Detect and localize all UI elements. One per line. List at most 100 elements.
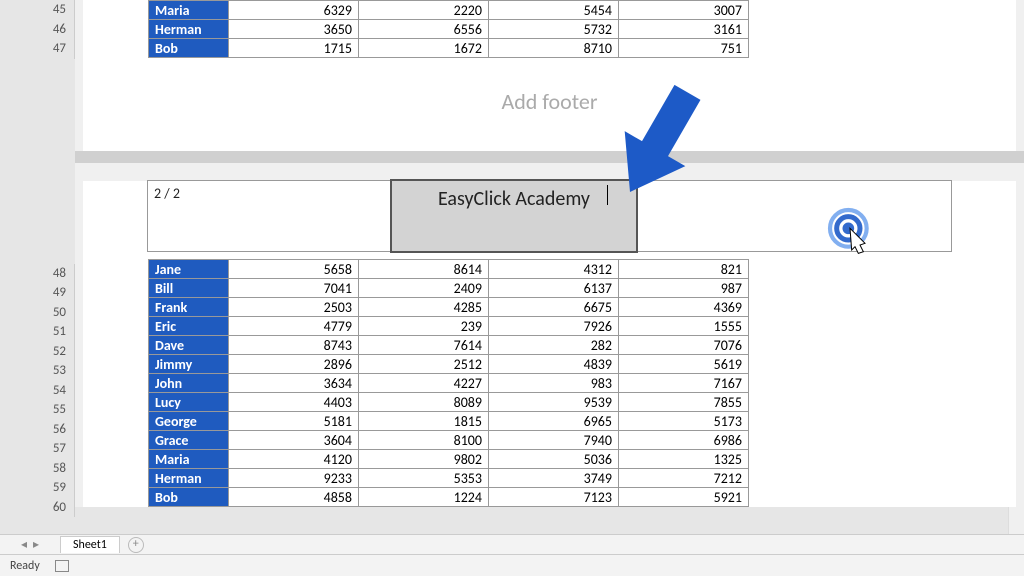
tab-nav-arrows[interactable]: ◂ ▸ (0, 537, 60, 552)
value-cell[interactable]: 983 (489, 374, 619, 393)
value-cell[interactable]: 1672 (359, 39, 489, 58)
row-header[interactable]: 57 (0, 439, 75, 459)
value-cell[interactable]: 3650 (229, 20, 359, 39)
value-cell[interactable]: 3749 (489, 469, 619, 488)
table-row[interactable]: Jimmy2896251248395619 (149, 355, 749, 374)
row-header[interactable]: 60 (0, 498, 75, 518)
value-cell[interactable]: 7123 (489, 488, 619, 507)
value-cell[interactable]: 5921 (619, 488, 749, 507)
value-cell[interactable]: 2220 (359, 1, 489, 20)
value-cell[interactable]: 7212 (619, 469, 749, 488)
value-cell[interactable]: 6329 (229, 1, 359, 20)
value-cell[interactable]: 4839 (489, 355, 619, 374)
row-header[interactable]: 59 (0, 478, 75, 498)
value-cell[interactable]: 239 (359, 317, 489, 336)
macro-record-icon[interactable] (55, 560, 69, 572)
value-cell[interactable]: 4120 (229, 450, 359, 469)
name-cell[interactable]: Herman (149, 469, 229, 488)
value-cell[interactable]: 1325 (619, 450, 749, 469)
table-row[interactable]: Bill704124096137987 (149, 279, 749, 298)
value-cell[interactable]: 2896 (229, 355, 359, 374)
row-header[interactable]: 51 (0, 322, 75, 342)
table-row[interactable]: Jane565886144312821 (149, 260, 749, 279)
name-cell[interactable]: Eric (149, 317, 229, 336)
row-header[interactable]: 56 (0, 420, 75, 440)
value-cell[interactable]: 8710 (489, 39, 619, 58)
tab-prev-icon[interactable]: ◂ (21, 537, 27, 552)
tab-next-icon[interactable]: ▸ (33, 537, 39, 552)
value-cell[interactable]: 8743 (229, 336, 359, 355)
value-cell[interactable]: 9539 (489, 393, 619, 412)
value-cell[interactable]: 5732 (489, 20, 619, 39)
table-row[interactable]: Bob171516728710751 (149, 39, 749, 58)
header-right-section[interactable] (636, 181, 951, 251)
table-row[interactable]: Eric477923979261555 (149, 317, 749, 336)
value-cell[interactable]: 5658 (229, 260, 359, 279)
table-row[interactable]: Lucy4403808995397855 (149, 393, 749, 412)
value-cell[interactable]: 7041 (229, 279, 359, 298)
value-cell[interactable]: 3007 (619, 1, 749, 20)
table-row[interactable]: Maria4120980250361325 (149, 450, 749, 469)
table-row[interactable]: Grace3604810079406986 (149, 431, 749, 450)
sheet-tab[interactable]: Sheet1 (60, 536, 120, 553)
header-center-section[interactable]: EasyClick Academy (392, 181, 636, 251)
name-cell[interactable]: Maria (149, 1, 229, 20)
row-header[interactable]: 47 (0, 39, 75, 59)
name-cell[interactable]: Maria (149, 450, 229, 469)
value-cell[interactable]: 9233 (229, 469, 359, 488)
add-sheet-button[interactable]: + (128, 537, 144, 553)
value-cell[interactable]: 2512 (359, 355, 489, 374)
table-row[interactable]: Maria6329222054543007 (149, 1, 749, 20)
header-left-section[interactable]: 2 / 2 (148, 181, 392, 251)
name-cell[interactable]: Dave (149, 336, 229, 355)
value-cell[interactable]: 1715 (229, 39, 359, 58)
value-cell[interactable]: 4312 (489, 260, 619, 279)
value-cell[interactable]: 3161 (619, 20, 749, 39)
value-cell[interactable]: 4403 (229, 393, 359, 412)
row-header[interactable]: 49 (0, 283, 75, 303)
value-cell[interactable]: 6965 (489, 412, 619, 431)
data-table-page1[interactable]: Maria6329222054543007Herman3650655657323… (148, 0, 749, 58)
table-row[interactable]: Herman9233535337497212 (149, 469, 749, 488)
value-cell[interactable]: 8089 (359, 393, 489, 412)
value-cell[interactable]: 6137 (489, 279, 619, 298)
value-cell[interactable]: 6675 (489, 298, 619, 317)
value-cell[interactable]: 5454 (489, 1, 619, 20)
name-cell[interactable]: Herman (149, 20, 229, 39)
row-header[interactable]: 50 (0, 303, 75, 323)
row-header[interactable]: 46 (0, 20, 75, 40)
value-cell[interactable]: 4858 (229, 488, 359, 507)
row-header[interactable]: 53 (0, 361, 75, 381)
value-cell[interactable]: 9802 (359, 450, 489, 469)
value-cell[interactable]: 5353 (359, 469, 489, 488)
value-cell[interactable]: 7926 (489, 317, 619, 336)
table-row[interactable]: Frank2503428566754369 (149, 298, 749, 317)
value-cell[interactable]: 751 (619, 39, 749, 58)
table-row[interactable]: Bob4858122471235921 (149, 488, 749, 507)
value-cell[interactable]: 3604 (229, 431, 359, 450)
name-cell[interactable]: Bob (149, 488, 229, 507)
row-header[interactable]: 48 (0, 264, 75, 284)
value-cell[interactable]: 282 (489, 336, 619, 355)
table-row[interactable]: Dave874376142827076 (149, 336, 749, 355)
footer-placeholder[interactable]: Add footer (83, 58, 1016, 145)
value-cell[interactable]: 4227 (359, 374, 489, 393)
value-cell[interactable]: 7167 (619, 374, 749, 393)
name-cell[interactable]: Frank (149, 298, 229, 317)
page-header-zone[interactable]: 2 / 2 EasyClick Academy (148, 181, 951, 251)
value-cell[interactable]: 7855 (619, 393, 749, 412)
value-cell[interactable]: 4779 (229, 317, 359, 336)
value-cell[interactable]: 8614 (359, 260, 489, 279)
value-cell[interactable]: 1224 (359, 488, 489, 507)
name-cell[interactable]: Lucy (149, 393, 229, 412)
value-cell[interactable]: 2503 (229, 298, 359, 317)
value-cell[interactable]: 5619 (619, 355, 749, 374)
name-cell[interactable]: John (149, 374, 229, 393)
row-header[interactable]: 55 (0, 400, 75, 420)
row-header[interactable]: 58 (0, 459, 75, 479)
table-row[interactable]: Herman3650655657323161 (149, 20, 749, 39)
value-cell[interactable]: 6556 (359, 20, 489, 39)
table-row[interactable]: George5181181569655173 (149, 412, 749, 431)
value-cell[interactable]: 6986 (619, 431, 749, 450)
value-cell[interactable]: 3634 (229, 374, 359, 393)
